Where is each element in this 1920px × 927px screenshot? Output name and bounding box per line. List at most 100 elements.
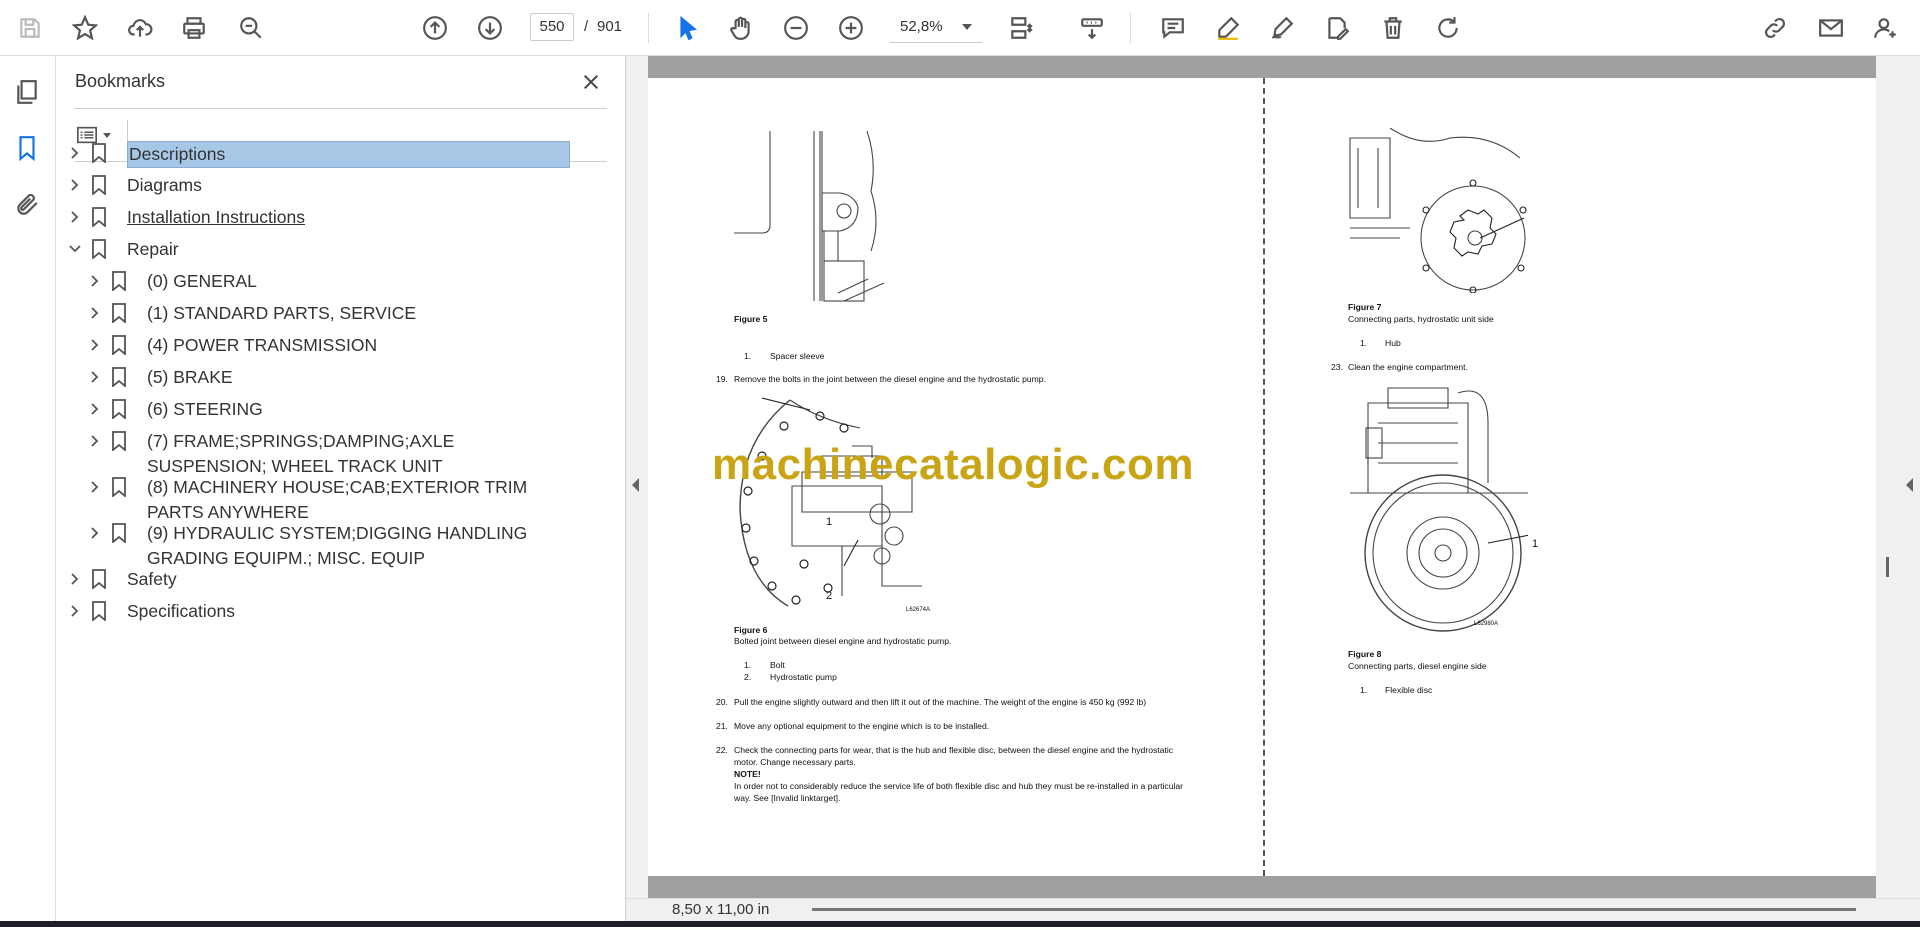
comment-icon[interactable]: [1155, 10, 1191, 46]
bookmark-item[interactable]: (5) BRAKE: [85, 365, 570, 390]
figure-8-callout-1: 1: [1532, 538, 1539, 550]
page-number-input[interactable]: 550: [530, 13, 574, 41]
share-link-icon[interactable]: [1757, 10, 1793, 46]
bookmark-label: Diagrams: [127, 175, 202, 195]
find-icon[interactable]: [233, 10, 269, 46]
bookmark-item[interactable]: Specifications: [65, 599, 570, 624]
bookmark-item[interactable]: (4) POWER TRANSMISSION: [85, 333, 570, 358]
star-icon[interactable]: [67, 10, 103, 46]
bookmark-icon: [109, 269, 129, 293]
bookmark-item[interactable]: (1) STANDARD PARTS, SERVICE: [85, 301, 570, 326]
bookmark-icon: [109, 301, 129, 325]
bookmark-label: Installation Instructions: [127, 207, 306, 227]
chevron-right-icon[interactable]: [65, 599, 85, 623]
chevron-right-icon[interactable]: [85, 397, 105, 421]
panel-title: Bookmarks: [75, 71, 166, 91]
delete-icon[interactable]: [1375, 10, 1411, 46]
figure-6-code: L62674A: [906, 607, 931, 613]
highlight-pen-icon[interactable]: [1210, 10, 1246, 46]
chevron-right-icon[interactable]: [65, 205, 85, 229]
page-thumbnails-icon[interactable]: [12, 76, 42, 108]
print-icon[interactable]: [176, 10, 212, 46]
chevron-right-icon[interactable]: [85, 521, 105, 545]
chevron-right-icon[interactable]: [65, 567, 85, 591]
bookmark-item[interactable]: (9) HYDRAULIC SYSTEM;DIGGING HANDLING GR…: [85, 521, 570, 570]
figure-7-description: Connecting parts, hydrostatic unit side: [1348, 314, 1494, 324]
chevron-right-icon[interactable]: [85, 333, 105, 357]
figure-8-caption: Figure 8: [1348, 649, 1382, 659]
bookmark-item[interactable]: Diagrams: [65, 173, 570, 198]
bookmark-item[interactable]: (6) STEERING: [85, 397, 570, 422]
horizontal-scrollbar[interactable]: [812, 908, 1856, 911]
add-user-icon[interactable]: [1868, 10, 1904, 46]
chevron-right-icon[interactable]: [65, 141, 85, 165]
page-size-label: 8,50 x 11,00 in: [672, 901, 770, 918]
chevron-right-icon[interactable]: [65, 173, 85, 197]
figure-5-caption: Figure 5: [734, 314, 768, 324]
expand-right-panel-icon[interactable]: [1906, 478, 1913, 492]
zoom-in-icon[interactable]: [833, 10, 869, 46]
chevron-right-icon[interactable]: [85, 301, 105, 325]
edit-pdf-icon[interactable]: [1319, 10, 1355, 46]
rotate-icon[interactable]: [1430, 10, 1466, 46]
collapse-left-panel-icon[interactable]: [632, 478, 639, 492]
chevron-right-icon[interactable]: [85, 429, 105, 453]
step-23-text: Clean the engine compartment.: [1348, 362, 1468, 372]
figure-8-code: L62980A: [1474, 621, 1499, 627]
note-text: In order not to considerably reduce the …: [734, 781, 1184, 791]
step-20-text: Pull the engine slightly outward and the…: [734, 697, 1147, 707]
bookmark-item[interactable]: (0) GENERAL: [85, 269, 570, 294]
figure-7-caption: Figure 7: [1348, 302, 1382, 312]
page-gap-bottom: [648, 876, 1876, 898]
figure-5-illustration: [734, 130, 904, 311]
figure-6-callout-2: 2: [826, 590, 833, 602]
bookmark-label: (9) HYDRAULIC SYSTEM;DIGGING HANDLING GR…: [147, 523, 528, 568]
scroll-mode-icon[interactable]: [1074, 10, 1110, 46]
next-page-icon[interactable]: [472, 10, 508, 46]
bookmark-label: Specifications: [127, 601, 235, 621]
bookmark-icon: [109, 397, 129, 421]
bookmark-item[interactable]: Repair: [65, 237, 570, 262]
list-number: 1.: [744, 660, 752, 670]
save-icon[interactable]: [12, 10, 48, 46]
figure-5-item: Spacer sleeve: [770, 351, 825, 361]
hand-tool-icon[interactable]: [723, 10, 759, 46]
bookmark-item[interactable]: Descriptions: [65, 141, 570, 168]
previous-page-icon[interactable]: [417, 10, 453, 46]
email-icon[interactable]: [1813, 10, 1849, 46]
step-number: 20.: [716, 697, 728, 707]
bookmark-item[interactable]: (8) MACHINERY HOUSE;CAB;EXTERIOR TRIM PA…: [85, 475, 570, 524]
chevron-right-icon[interactable]: [85, 365, 105, 389]
bookmark-item[interactable]: Safety: [65, 567, 570, 592]
page-gap-top: [648, 56, 1876, 78]
figure-7-illustration: [1348, 127, 1528, 298]
figure-6-description: Bolted joint between diesel engine and h…: [734, 636, 952, 646]
bookmark-icon: [89, 599, 109, 623]
bookmark-icon: [89, 205, 109, 229]
select-cursor-icon[interactable]: [670, 10, 706, 46]
bookmark-label: (8) MACHINERY HOUSE;CAB;EXTERIOR TRIM PA…: [147, 477, 528, 522]
vertical-scrollbar[interactable]: [1886, 557, 1889, 577]
watermark: machinecatalogic.com: [712, 440, 1194, 489]
chevron-right-icon[interactable]: [85, 269, 105, 293]
taskbar-edge: [0, 921, 1920, 927]
zoom-out-icon[interactable]: [778, 10, 814, 46]
close-icon[interactable]: [577, 68, 605, 96]
list-number: 1.: [1360, 338, 1368, 348]
zoom-dropdown-icon[interactable]: [962, 24, 972, 30]
chevron-down-icon[interactable]: [65, 237, 85, 261]
step-number: 23.: [1331, 362, 1343, 372]
draw-icon[interactable]: [1264, 10, 1300, 46]
bookmark-item[interactable]: (7) FRAME;SPRINGS;DAMPING;AXLE SUSPENSIO…: [85, 429, 570, 478]
main-toolbar: 550 / 901 52,8%: [0, 0, 1920, 56]
figure-8-description: Connecting parts, diesel engine side: [1348, 661, 1487, 671]
bookmark-panel-icon[interactable]: [12, 132, 42, 164]
attachment-icon[interactable]: [12, 188, 42, 220]
page-fit-icon[interactable]: [1003, 10, 1039, 46]
navigation-rail: [0, 56, 56, 921]
chevron-right-icon[interactable]: [85, 475, 105, 499]
step-22-text: Check the connecting parts for wear, tha…: [734, 745, 1174, 755]
bookmark-item[interactable]: Installation Instructions: [65, 205, 570, 230]
page-separator: /: [584, 18, 589, 35]
upload-cloud-icon[interactable]: [122, 10, 158, 46]
